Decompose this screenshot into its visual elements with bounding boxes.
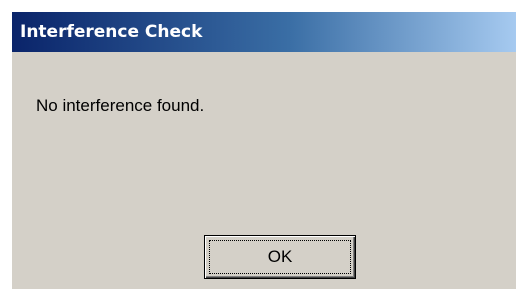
message-text: No interference found. [36, 96, 205, 115]
interference-check-dialog: Interference Check No interference found… [11, 11, 516, 289]
ok-button[interactable]: OK [204, 235, 356, 279]
title-bar[interactable]: Interference Check [12, 12, 516, 52]
window-title: Interference Check [20, 22, 203, 42]
ok-button-label: OK [267, 247, 293, 266]
